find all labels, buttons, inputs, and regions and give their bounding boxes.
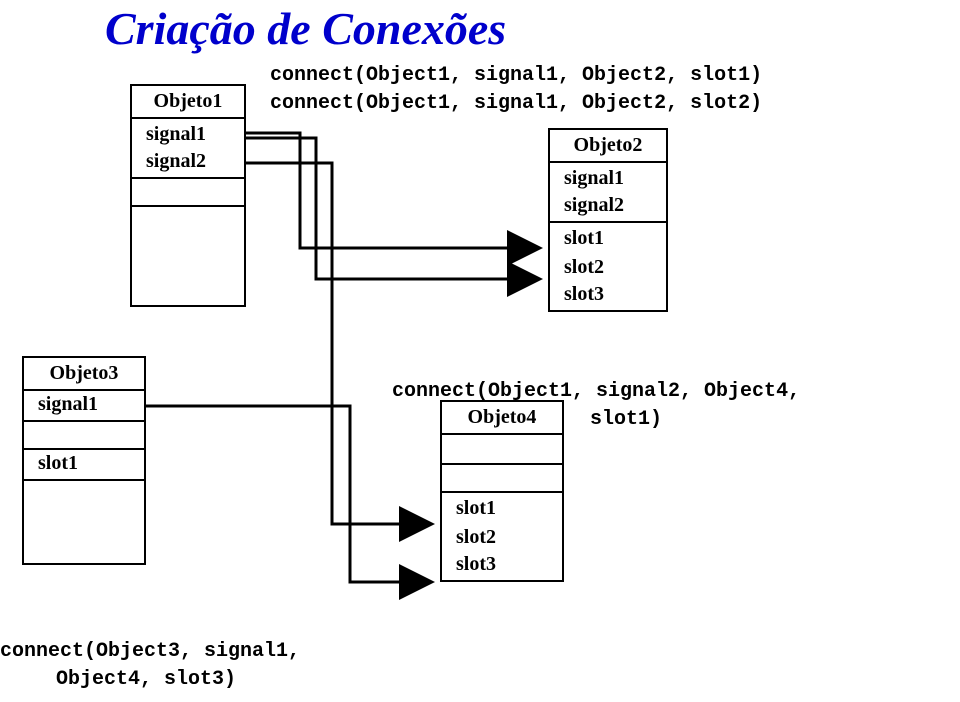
arrow-obj3-sig1-obj4-slot3 bbox=[146, 406, 432, 582]
object4-box: Objeto4 slot1 slot2 slot3 bbox=[440, 400, 564, 582]
connect-call-3-line2: slot1) bbox=[590, 408, 662, 431]
object1-header: Objeto1 bbox=[132, 86, 244, 119]
object2-box: Objeto2 signal1 signal2 slot1 slot2 slot… bbox=[548, 128, 668, 312]
object2-slot2: slot2 bbox=[550, 252, 666, 281]
connect-call-4-line2: Object4, slot3) bbox=[56, 668, 236, 691]
object2-signal1: signal1 bbox=[550, 163, 666, 192]
connect-call-2: connect(Object1, signal1, Object2, slot2… bbox=[270, 92, 762, 115]
arrow-obj1-sig1-obj2-slot1 bbox=[246, 133, 540, 248]
object2-signal2: signal2 bbox=[550, 192, 666, 221]
object1-signal1: signal1 bbox=[132, 119, 244, 148]
object1-signal2: signal2 bbox=[132, 148, 244, 177]
object3-slot1: slot1 bbox=[24, 450, 144, 479]
object4-slot2: slot2 bbox=[442, 522, 562, 551]
object4-header: Objeto4 bbox=[442, 402, 562, 435]
object1-box: Objeto1 signal1 signal2 bbox=[130, 84, 246, 307]
diagram-title: Criação de Conexões bbox=[105, 2, 506, 55]
object3-signal1: signal1 bbox=[24, 391, 144, 420]
object3-header: Objeto3 bbox=[24, 358, 144, 391]
object2-header: Objeto2 bbox=[550, 130, 666, 163]
object2-slot1: slot1 bbox=[550, 223, 666, 252]
arrow-obj1-sig2-obj4-slot1 bbox=[246, 163, 432, 524]
object2-slot3: slot3 bbox=[550, 281, 666, 310]
arrow-obj1-sig1-obj2-slot2 bbox=[246, 138, 540, 279]
object4-slot1: slot1 bbox=[442, 493, 562, 522]
connect-call-1: connect(Object1, signal1, Object2, slot1… bbox=[270, 64, 762, 87]
object3-box: Objeto3 signal1 slot1 bbox=[22, 356, 146, 565]
object4-slot3: slot3 bbox=[442, 551, 562, 580]
connect-call-4-line1: connect(Object3, signal1, bbox=[0, 640, 300, 663]
